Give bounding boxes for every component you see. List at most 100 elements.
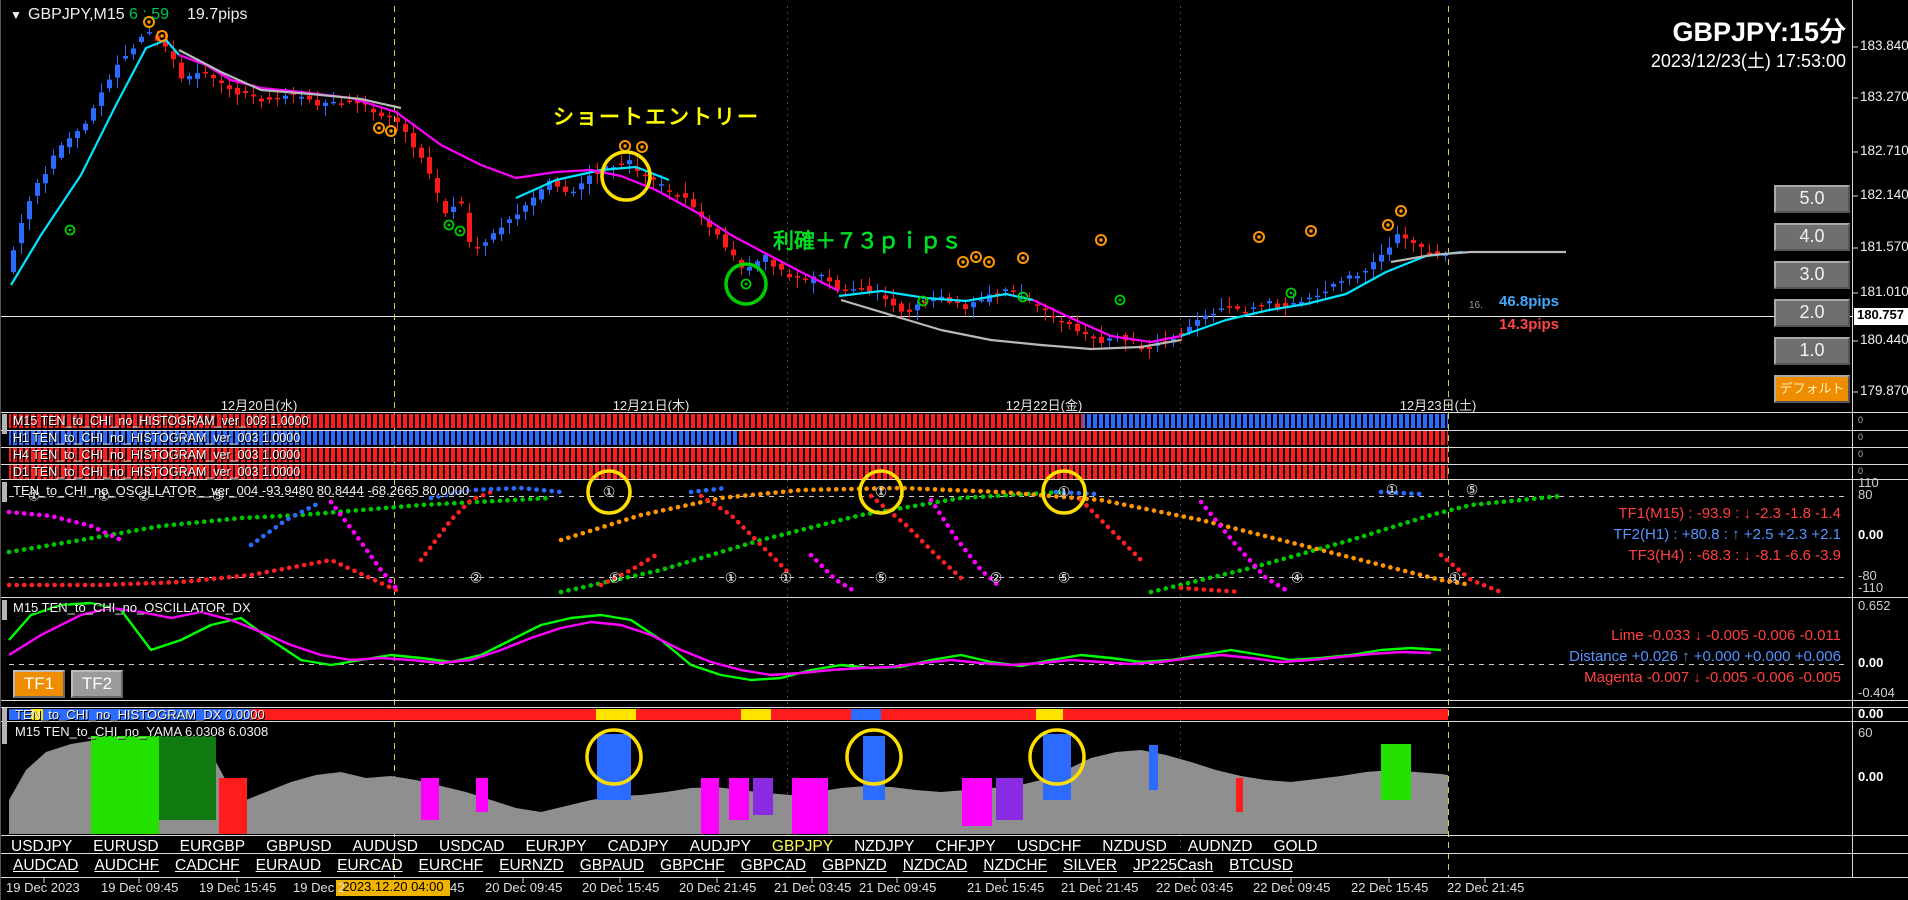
time-axis-label: 45: [450, 880, 465, 895]
histogram-row-axis: 0: [1858, 415, 1864, 425]
time-axis-label: 20 Dec 21:45: [679, 880, 757, 895]
chart-datetime: 2023/12/23(土) 17:53:00: [1650, 51, 1846, 71]
level-button-5.0[interactable]: 5.0: [1774, 185, 1850, 213]
oscillator-number-marker: ①: [1448, 569, 1462, 586]
spread-pips-label: 19.7pips: [187, 6, 248, 23]
oscillator-axis-label: 80: [1858, 487, 1873, 502]
dx-axis-label: 0.652: [1858, 598, 1891, 613]
symbol-tab-gbpnzd[interactable]: GBPNZD: [822, 857, 887, 875]
chart-date-label: 12月23日(土): [1399, 398, 1477, 413]
symbol-tab-nzdchf[interactable]: NZDCHF: [983, 857, 1047, 875]
time-axis-label: 22 Dec 21:45: [1447, 880, 1525, 895]
time-axis-label: 22 Dec 15:45: [1351, 880, 1429, 895]
level-button-2.0[interactable]: 2.0: [1774, 299, 1850, 327]
symbol-period-label: GBPJPY,M15: [28, 6, 125, 23]
symbol-tab-eurgbp[interactable]: EURGBP: [180, 838, 245, 856]
oscillator-number-marker: ①: [27, 487, 41, 504]
symbol-tab-usdjpy[interactable]: USDJPY: [11, 838, 72, 856]
symbol-tab-audcad[interactable]: AUDCAD: [13, 857, 78, 875]
time-axis-label: 19 Dec 2: [293, 880, 346, 895]
level-button-1.0[interactable]: 1.0: [1774, 337, 1850, 365]
symbol-tab-cadjpy[interactable]: CADJPY: [608, 838, 669, 856]
trading-terminal-window: ▼ GBPJPY,M15 6 : 59 19.7pips GBPJPY:15分 …: [0, 0, 1908, 900]
tf2-button[interactable]: TF2: [71, 670, 123, 698]
symbol-tab-audnzd[interactable]: AUDNZD: [1188, 838, 1253, 856]
pips-distance-up-label: 46.8pips: [1499, 293, 1560, 310]
symbol-tab-jp225cash[interactable]: JP225Cash: [1133, 857, 1213, 875]
symbol-tab-usdcad[interactable]: USDCAD: [439, 838, 504, 856]
yama-axis-top: 60: [1858, 725, 1873, 740]
oscillator-number-marker: ②: [137, 487, 151, 504]
symbol-tab-nzdusd[interactable]: NZDUSD: [1102, 838, 1167, 856]
oscillator-number-marker: ①: [602, 483, 616, 500]
symbol-tab-btcusd[interactable]: BTCUSD: [1229, 857, 1293, 875]
oscillator-number-marker: ①: [97, 487, 111, 504]
default-level-button[interactable]: デフォルト: [1774, 375, 1850, 403]
symbol-tab-gbpusd[interactable]: GBPUSD: [266, 838, 331, 856]
time-axis-label: 22 Dec 03:45: [1156, 880, 1234, 895]
take-profit-annotation: 利確＋７３ｐｉｐｓ: [773, 230, 962, 253]
oscillator-number-marker: ⑤: [1057, 569, 1071, 586]
symbol-tab-audchf[interactable]: AUDCHF: [94, 857, 159, 875]
oscillator-tf-row: TF3(H4) : -68.3 : ↓ -8.1 -6.6 -3.9: [1628, 547, 1841, 564]
time-axis-label: 19 Dec 15:45: [199, 880, 277, 895]
candle-countdown-timer: 6 : 59: [129, 6, 170, 23]
bar-count-mini-label: 16.: [1469, 300, 1483, 311]
symbol-tab-eurusd[interactable]: EURUSD: [93, 838, 158, 856]
price-axis-tick: 181.570: [1860, 239, 1908, 254]
symbol-tab-chfjpy[interactable]: CHFJPY: [935, 838, 995, 856]
symbol-tab-gbpcad[interactable]: GBPCAD: [741, 857, 806, 875]
symbol-tab-gbpchf[interactable]: GBPCHF: [660, 857, 725, 875]
yama-axis-zero: 0.00: [1858, 769, 1884, 784]
price-axis-tick: 182.140: [1860, 187, 1908, 202]
symbol-tab-gbpaud[interactable]: GBPAUD: [580, 857, 644, 875]
symbol-tab-euraud[interactable]: EURAUD: [256, 857, 321, 875]
level-button-3.0[interactable]: 3.0: [1774, 261, 1850, 289]
dx-value-row: Magenta -0.007 ↓ -0.005 -0.006 -0.005: [1584, 669, 1841, 686]
oscillator-number-marker: ⑤: [1465, 481, 1479, 498]
tf1-button[interactable]: TF1: [13, 670, 65, 698]
price-axis-tick: 183.840: [1860, 38, 1908, 53]
price-axis-tick: 179.870: [1860, 383, 1908, 398]
price-axis-tick: 180.440: [1860, 332, 1908, 347]
oscillator-number-marker: ⑤: [874, 569, 888, 586]
symbol-tab-audusd[interactable]: AUDUSD: [353, 838, 418, 856]
dx-value-row: Distance +0.026 ↑ +0.000 +0.000 +0.006: [1569, 648, 1841, 665]
oscillator-dx-panel-label: M15 TEN_to_CHI_no_OSCILLATOR_DX: [13, 600, 251, 615]
symbol-tab-nzdcad[interactable]: NZDCAD: [903, 857, 968, 875]
symbol-tab-nzdjpy[interactable]: NZDJPY: [854, 838, 914, 856]
symbol-tab-cadchf[interactable]: CADCHF: [175, 857, 240, 875]
oscillator-tf-row: TF1(M15) : -93.9 : ↓ -2.3 -1.8 -1.4: [1618, 505, 1841, 522]
time-axis-label: 21 Dec 09:45: [859, 880, 937, 895]
symbol-dropdown-arrow-icon[interactable]: ▼: [10, 8, 22, 22]
histogram-row-axis: 0: [1858, 432, 1864, 442]
oscillator-number-marker: ⑤: [211, 487, 225, 504]
symbol-tab-gbpjpy[interactable]: GBPJPY: [772, 838, 833, 856]
symbol-tab-eurnzd[interactable]: EURNZD: [499, 857, 564, 875]
chart-title: GBPJPY:15分: [1672, 17, 1846, 47]
histogram-dx-panel-label: TEN_to_CHI_no_HISTOGRAM_DX 0.0000: [15, 707, 265, 722]
symbol-tab-silver[interactable]: SILVER: [1063, 857, 1117, 875]
time-axis-label: 21 Dec 15:45: [967, 880, 1045, 895]
oscillator-tf-row: TF2(H1) : +80.8 : ↑ +2.5 +2.3 +2.1: [1613, 526, 1841, 543]
oscillator-number-marker: ②: [469, 569, 483, 586]
symbol-tab-usdchf[interactable]: USDCHF: [1017, 838, 1082, 856]
oscillator-panel-label: TEN_to_CHI_no_OSCILLATOR__ver_004 -93.94…: [13, 483, 470, 498]
symbol-tab-eurjpy[interactable]: EURJPY: [525, 838, 586, 856]
symbol-tab-eurchf[interactable]: EURCHF: [419, 857, 484, 875]
histogram-row-label: H4 TEN_to_CHI_no_HISTOGRAM_ver_003 1.000…: [13, 448, 301, 462]
chart-date-label: 12月22日(金): [1005, 398, 1083, 413]
oscillator-number-marker: ①: [724, 569, 738, 586]
time-axis-label: 21 Dec 21:45: [1061, 880, 1139, 895]
symbol-tab-eurcad[interactable]: EURCAD: [337, 857, 402, 875]
level-button-4.0[interactable]: 4.0: [1774, 223, 1850, 251]
oscillator-number-marker: ⑤: [608, 569, 622, 586]
price-axis-tick: 183.270: [1860, 89, 1908, 104]
symbol-tab-gold[interactable]: GOLD: [1273, 838, 1317, 856]
oscillator-axis-label: -110: [1858, 580, 1884, 595]
pips-distance-down-label: 14.3pips: [1499, 316, 1560, 333]
price-axis-tick: 182.710: [1860, 143, 1908, 158]
symbol-tab-audjpy[interactable]: AUDJPY: [690, 838, 751, 856]
oscillator-number-marker: ④: [1290, 569, 1304, 586]
symbol-tabs-row2: AUDCAD AUDCHF CADCHF EURAUD EURCAD EURCHF EURN…: [13, 857, 1293, 875]
